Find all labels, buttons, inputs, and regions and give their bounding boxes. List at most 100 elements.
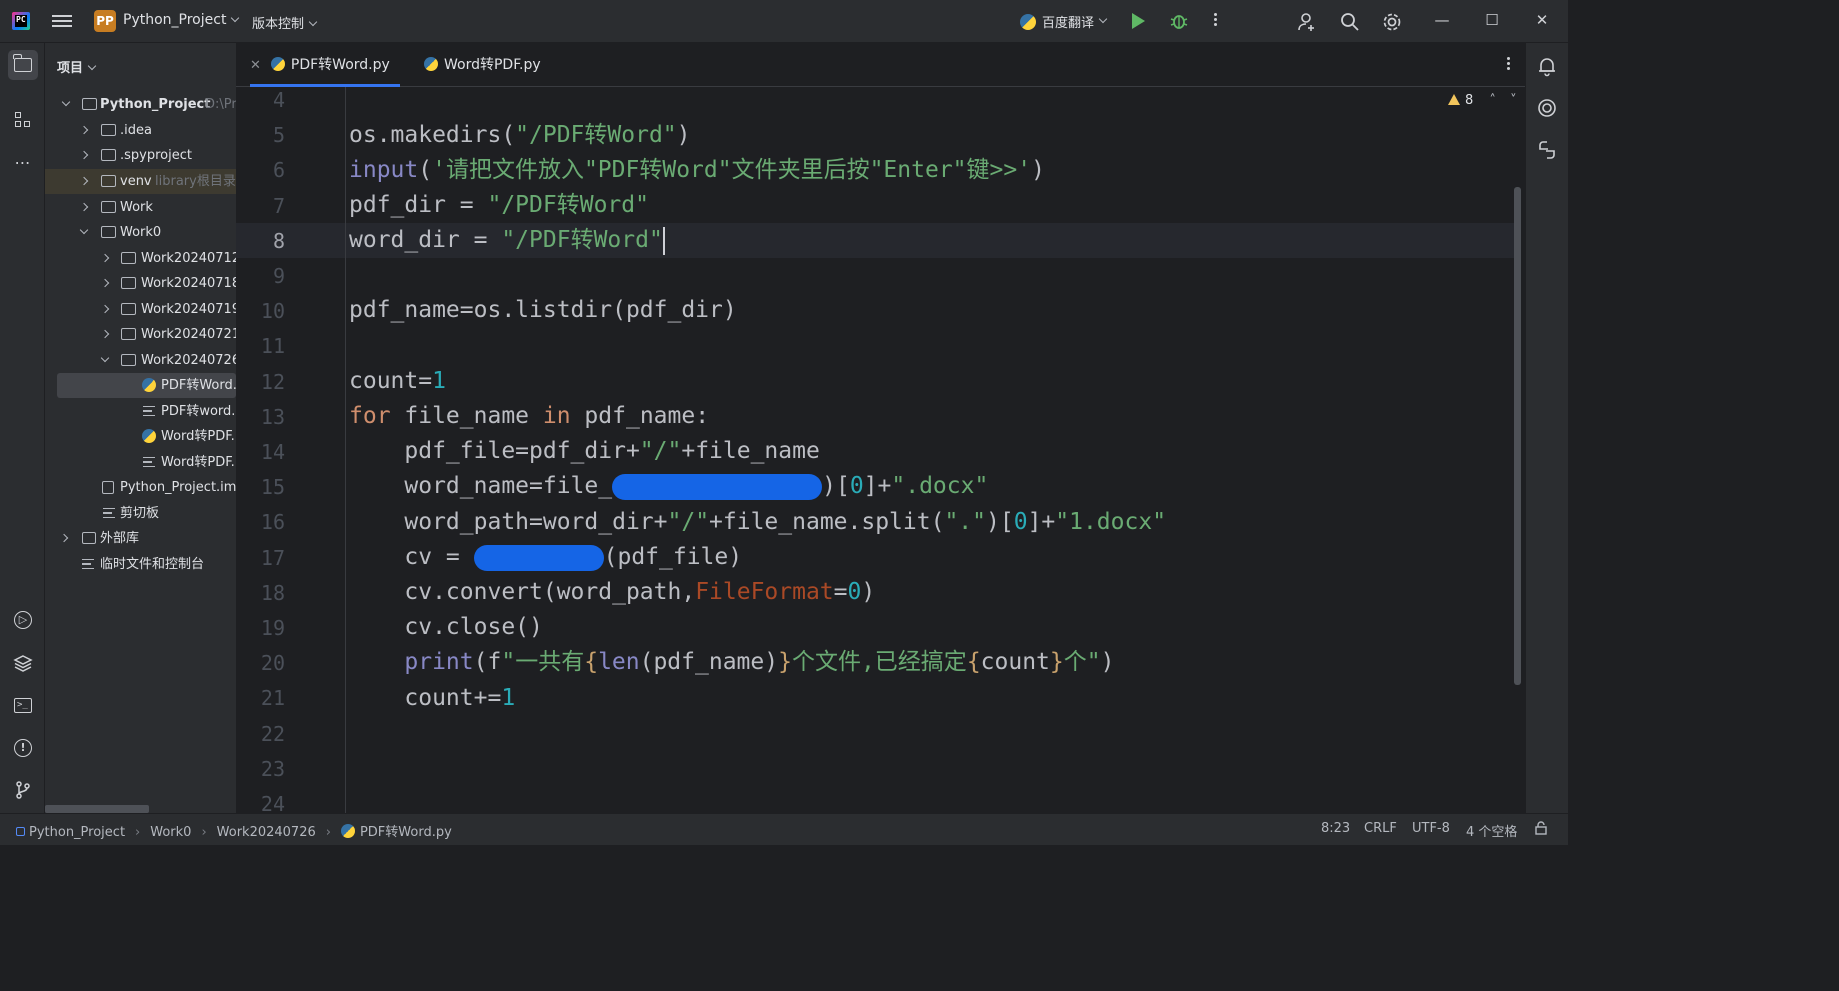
tree-item[interactable]: 临时文件和控制台: [45, 552, 236, 577]
expand-arrow-icon[interactable]: [79, 150, 89, 160]
breadcrumb-item[interactable]: Python_Project: [29, 825, 125, 840]
folder-icon: [121, 328, 136, 340]
line-number: 21: [260, 686, 285, 711]
chevron-down-icon: [1098, 14, 1108, 23]
tree-item[interactable]: 剪切板: [45, 501, 236, 526]
python-console-icon[interactable]: [1536, 139, 1558, 161]
tree-item-label: Word转PDF.: [161, 429, 235, 444]
play-circle-icon: ▷: [14, 611, 32, 629]
tree-item[interactable]: 外部库: [45, 526, 236, 551]
tree-item[interactable]: Work0: [45, 220, 236, 245]
project-tool-button[interactable]: [8, 50, 38, 80]
maximize-icon[interactable]: ☐: [1482, 11, 1502, 31]
structure-icon: [15, 112, 31, 128]
tree-item[interactable]: .idea: [45, 118, 236, 143]
horizontal-scrollbar[interactable]: [45, 805, 149, 813]
breadcrumb-item[interactable]: Work20240726: [217, 825, 316, 840]
inspection-widget[interactable]: 8 ˄ ˅: [1448, 93, 1517, 108]
tree-item[interactable]: Word转PDF.: [45, 450, 236, 475]
pycharm-logo-icon: PC: [12, 12, 30, 30]
translate-plugin-button[interactable]: 百度翻译: [1020, 0, 1108, 43]
git-tool-button[interactable]: [8, 775, 38, 805]
main-menu-icon[interactable]: [52, 12, 72, 30]
project-badge[interactable]: PP: [94, 10, 116, 32]
tree-item[interactable]: Work20240726: [45, 348, 236, 373]
terminal-tool-button[interactable]: >_: [8, 690, 38, 720]
project-name: Python_Project: [123, 12, 227, 28]
vcs-menu[interactable]: 版本控制: [252, 13, 318, 32]
next-highlight-icon[interactable]: ˅: [1510, 93, 1517, 108]
notifications-bell-icon[interactable]: [1536, 55, 1558, 77]
expand-arrow-icon[interactable]: [61, 97, 71, 107]
expand-arrow-icon[interactable]: [100, 304, 110, 314]
tree-item[interactable]: Work20240719: [45, 297, 236, 322]
module-icon: [16, 827, 25, 836]
expand-arrow-icon[interactable]: [100, 353, 110, 363]
expand-arrow-icon[interactable]: [100, 329, 110, 339]
lock-icon[interactable]: [1534, 821, 1548, 839]
run-icon[interactable]: [1132, 13, 1145, 29]
tree-item[interactable]: Word转PDF.: [45, 424, 236, 449]
file-encoding[interactable]: UTF-8: [1412, 821, 1450, 836]
line-number: 15: [260, 475, 285, 500]
debug-icon[interactable]: [1169, 11, 1189, 31]
close-tab-icon[interactable]: ✕: [250, 58, 261, 73]
expand-arrow-icon[interactable]: [79, 225, 89, 235]
line-separator[interactable]: CRLF: [1364, 821, 1397, 836]
tab-options-icon[interactable]: [1498, 55, 1518, 75]
line-number: 19: [260, 616, 285, 640]
python-file-icon: [142, 378, 156, 392]
tab-pdf-to-word[interactable]: ✕ PDF转Word.py: [250, 43, 400, 87]
more-actions-icon[interactable]: [1205, 11, 1225, 31]
folder-icon: [101, 175, 116, 187]
project-panel-title: 项目: [57, 61, 84, 76]
layers-tool-button[interactable]: [8, 648, 38, 678]
expand-arrow-icon[interactable]: [79, 202, 89, 212]
add-user-icon[interactable]: [1296, 11, 1316, 31]
project-panel-header[interactable]: 项目: [57, 57, 97, 76]
expand-arrow-icon[interactable]: [100, 278, 110, 288]
tree-root[interactable]: Python_Project D:\Pr: [45, 92, 236, 117]
chevron-down-icon: [231, 13, 240, 23]
vertical-scrollbar[interactable]: [1514, 187, 1521, 685]
ai-assistant-icon[interactable]: [1536, 97, 1558, 119]
settings-gear-icon[interactable]: [1381, 11, 1401, 31]
breadcrumb-item[interactable]: Work0: [150, 825, 191, 840]
tree-item[interactable]: Work20240712: [45, 246, 236, 271]
close-icon[interactable]: ✕: [1532, 11, 1552, 31]
tree-item[interactable]: Work: [45, 195, 236, 220]
structure-tool-button[interactable]: [8, 105, 38, 135]
expand-arrow-icon[interactable]: [59, 533, 69, 543]
terminal-icon: >_: [14, 697, 32, 713]
previous-highlight-icon[interactable]: ˄: [1489, 93, 1496, 108]
services-tool-button[interactable]: ▷: [8, 605, 38, 635]
tree-item[interactable]: Python_Project.iml: [45, 475, 236, 500]
more-tools-button[interactable]: ⋯: [8, 147, 38, 177]
tree-item[interactable]: PDF转word.s: [45, 399, 236, 424]
code-line-7: pdf_dir = "/PDF转Word": [349, 192, 649, 218]
expand-arrow-icon[interactable]: [79, 125, 89, 135]
tree-item[interactable]: .spyproject: [45, 143, 236, 168]
expand-arrow-icon[interactable]: [79, 176, 89, 186]
line-number: 20: [260, 651, 285, 676]
tree-item[interactable]: venv library根目录: [45, 169, 236, 194]
tree-item[interactable]: Work20240718: [45, 271, 236, 296]
breadcrumb-item[interactable]: PDF转Word.py: [360, 825, 452, 840]
tree-item[interactable]: Work20240721: [45, 322, 236, 347]
breadcrumb-separator-icon: ›: [135, 825, 141, 840]
tree-item-selected[interactable]: PDF转Word.: [57, 373, 236, 398]
folder-icon: [13, 54, 32, 72]
caret-position[interactable]: 8:23: [1321, 821, 1350, 836]
line-number: 22: [260, 721, 285, 746]
problems-tool-button[interactable]: !: [8, 733, 38, 763]
indent-setting[interactable]: 4 个空格: [1466, 821, 1517, 840]
line-number: 9: [272, 264, 285, 288]
chevron-down-icon: [308, 17, 318, 27]
search-icon[interactable]: [1339, 11, 1359, 31]
minimize-icon[interactable]: —: [1432, 11, 1452, 31]
project-switcher[interactable]: Python_Project: [123, 12, 240, 28]
breadcrumb: Python_Project › Work0 › Work20240726 › PDF转Wo…: [16, 821, 452, 840]
code-editor[interactable]: 4 5 6 7 8 9 10 11 12 13 14 15 16 17 18 19 20 21 22 23 24 os.…: [236, 87, 1525, 813]
expand-arrow-icon[interactable]: [100, 253, 110, 263]
tab-word-to-pdf[interactable]: Word转PDF.py: [424, 43, 541, 87]
